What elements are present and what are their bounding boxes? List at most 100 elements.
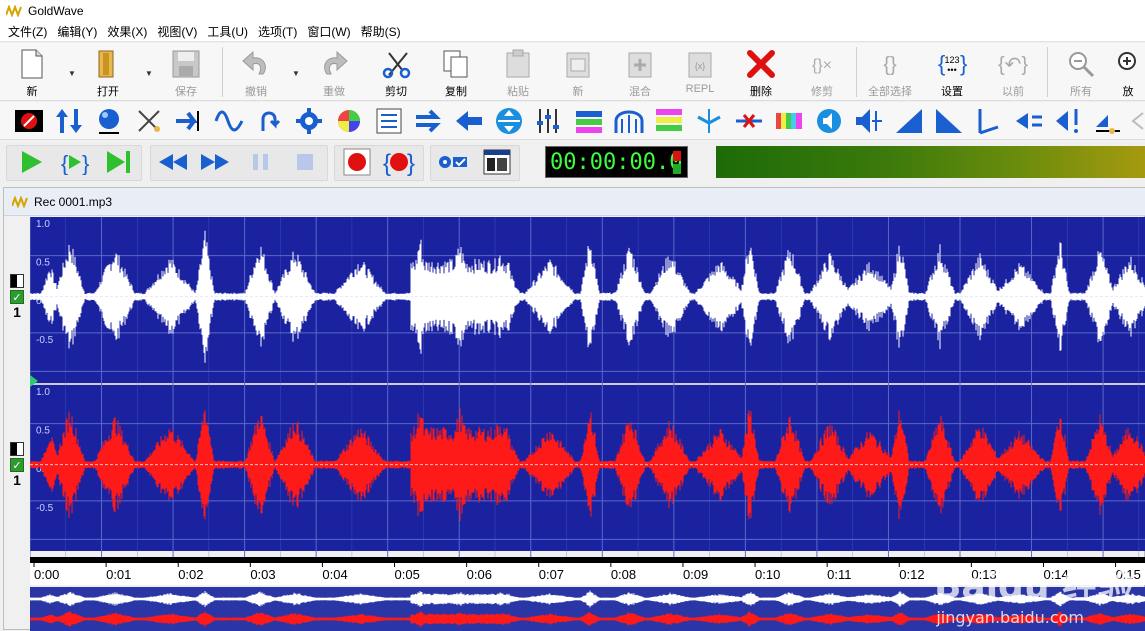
redo-button[interactable]: 重做	[306, 47, 362, 99]
replace-button[interactable]: {x} REPL	[672, 47, 728, 99]
scale-label: 1.0	[36, 219, 50, 230]
channel-1-checkbox[interactable]: ✓	[10, 290, 24, 304]
channel-2-number: 1	[13, 472, 21, 488]
delete-button[interactable]: 删除	[733, 47, 789, 99]
time-counter-value: 00:00:00.0	[550, 149, 683, 175]
cue-effect-button[interactable]	[374, 106, 404, 136]
normalize-button[interactable]	[1014, 106, 1044, 136]
play-icon	[22, 151, 42, 173]
previous-button[interactable]: {↶} 以前	[985, 47, 1041, 99]
menu-view[interactable]: 视图(V)	[153, 23, 201, 40]
control-properties-button[interactable]	[436, 147, 470, 177]
device-window-button[interactable]	[480, 147, 514, 177]
rewind-button[interactable]	[156, 147, 190, 177]
app-title: GoldWave	[28, 4, 84, 18]
waveform-display[interactable]: 1.00.50.0-0.51.00.50.0-0.5	[30, 217, 1145, 557]
swap-arrows-icon	[416, 109, 441, 133]
wave-effect-button[interactable]	[214, 106, 244, 136]
reverse-effect-button[interactable]	[454, 106, 484, 136]
bypass-effect-button[interactable]	[1094, 106, 1124, 136]
merge-arrow-icon	[176, 111, 199, 131]
channel-2-checkbox[interactable]: ✓	[10, 458, 24, 472]
channel-2-toggle[interactable]	[10, 442, 24, 456]
timeline-label: 0:07	[539, 567, 564, 582]
pitch-effect-button[interactable]	[654, 106, 684, 136]
volume-down-button[interactable]	[854, 106, 884, 136]
open-dropdown-icon[interactable]: ▼	[145, 69, 153, 78]
equalizer-effect-button[interactable]	[534, 106, 564, 136]
split-effect-button[interactable]	[694, 106, 724, 136]
goldwave-logo-icon	[6, 5, 22, 17]
loop-effect-button[interactable]	[254, 106, 284, 136]
record-selection-button[interactable]: {}	[382, 147, 416, 177]
menu-window[interactable]: 窗口(W)	[303, 23, 354, 40]
copy-button[interactable]: 复制	[428, 47, 484, 99]
pause-button[interactable]	[244, 147, 278, 177]
rainbow-effect-button[interactable]	[774, 106, 804, 136]
menu-options[interactable]: 选项(T)	[254, 23, 301, 40]
svg-text:{↶}: {↶}	[998, 54, 1028, 76]
spectrum-effect-button[interactable]	[574, 106, 604, 136]
stop-effect-button[interactable]	[14, 106, 44, 136]
color-effect-button[interactable]	[334, 106, 364, 136]
channel-1-toggle[interactable]	[10, 274, 24, 288]
crossfade-icon	[138, 110, 160, 132]
play-to-end-button[interactable]	[102, 147, 136, 177]
paste-new-button[interactable]: 新	[550, 47, 606, 99]
merge-effect-button[interactable]	[174, 106, 204, 136]
level-meter	[716, 146, 1145, 178]
zoom-in-button[interactable]: 放	[1108, 47, 1145, 99]
mix-button[interactable]: 混合	[612, 47, 668, 99]
fade-in-button[interactable]	[894, 106, 924, 136]
gear-effect-button[interactable]	[294, 106, 324, 136]
undo-dropdown-icon[interactable]: ▼	[292, 69, 300, 78]
trim-button[interactable]: {}× 修剪	[794, 47, 850, 99]
paste-button[interactable]: 粘贴	[490, 47, 546, 99]
svg-text:{}×: {}×	[812, 57, 832, 74]
expand-circle-icon	[496, 108, 522, 134]
select-all-button[interactable]: {} 全部选择	[862, 47, 918, 99]
menu-help[interactable]: 帮助(S)	[357, 23, 405, 40]
speaker-icon	[817, 109, 841, 133]
cue-list-icon	[376, 108, 402, 134]
marker-effect-button[interactable]	[974, 106, 1004, 136]
new-dropdown-icon[interactable]: ▼	[68, 69, 76, 78]
new-button[interactable]: 新	[4, 47, 60, 99]
menu-file[interactable]: 文件(Z)	[4, 23, 51, 40]
fast-forward-button[interactable]	[198, 147, 232, 177]
alert-effect-button[interactable]	[1054, 106, 1084, 136]
redo-icon	[324, 50, 348, 75]
settings-button[interactable]: {} 123 ••• 设置	[924, 47, 980, 99]
sphere-effect-button[interactable]	[94, 106, 124, 136]
play-button[interactable]	[14, 147, 48, 177]
fade-out-button[interactable]	[934, 106, 964, 136]
rewind-icon	[159, 154, 187, 170]
undo-button[interactable]: 撤销	[228, 47, 284, 99]
timeline-label: 0:10	[755, 567, 780, 582]
normalize-icon	[1016, 113, 1042, 129]
equalizer-sliders-icon	[537, 109, 559, 133]
record-button[interactable]	[340, 147, 374, 177]
crossfade-effect-button[interactable]	[134, 106, 164, 136]
trim-icon: {}×	[812, 57, 832, 74]
undo-icon	[242, 50, 266, 75]
open-button[interactable]: 打开	[80, 47, 136, 99]
menu-tools[interactable]: 工具(U)	[203, 23, 252, 40]
reverb-effect-button[interactable]	[614, 106, 644, 136]
timeline-label: 0:11	[827, 567, 851, 582]
zoom-all-button[interactable]: 所有	[1053, 47, 1109, 99]
stop-button[interactable]	[288, 147, 322, 177]
save-button[interactable]: 保存	[158, 47, 214, 99]
more-effects-button[interactable]	[1130, 106, 1145, 136]
menu-edit[interactable]: 编辑(Y)	[53, 23, 101, 40]
silence-effect-button[interactable]	[734, 106, 764, 136]
main-toolbar: 新 ▼ 打开 ▼ 保存 撤销 ▼ 重做 剪切 复制 粘贴 新 混合 {x} RE…	[0, 43, 1145, 101]
cut-button[interactable]: 剪切	[368, 47, 424, 99]
menu-effects[interactable]: 效果(X)	[103, 23, 151, 40]
play-selection-button[interactable]: {}	[58, 147, 92, 177]
svg-text:}: }	[407, 150, 415, 176]
resize-effect-button[interactable]	[54, 106, 84, 136]
swap-effect-button[interactable]	[414, 106, 444, 136]
volume-effect-button[interactable]	[814, 106, 844, 136]
expand-effect-button[interactable]	[494, 106, 524, 136]
